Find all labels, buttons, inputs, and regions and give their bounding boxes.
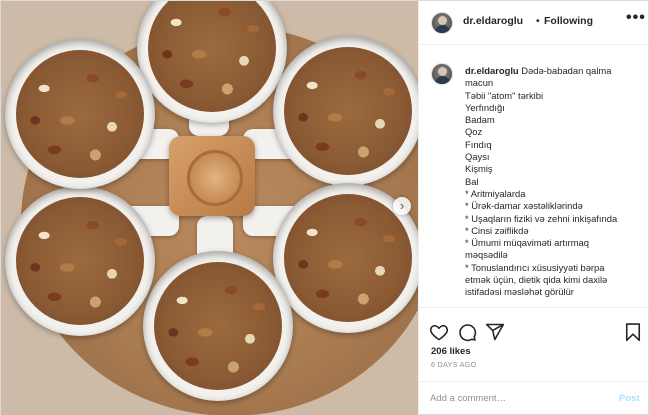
nut-bowl — [143, 251, 293, 401]
caption-line: istifadəsi məsləhət görülür — [465, 286, 574, 298]
nut-bowl — [273, 36, 418, 186]
post-side-panel: dr.eldaroglu • Following ••• dr.eldarogl… — [418, 1, 649, 415]
caption-line: Qoz — [465, 126, 483, 138]
post-photo[interactable]: › — [1, 1, 418, 415]
nut-bowl — [5, 39, 155, 189]
caption-line: * Cinsi zəiflikdə — [465, 224, 529, 236]
avatar[interactable] — [431, 12, 453, 34]
comment-input[interactable] — [430, 393, 600, 404]
caption-text: dr.eldaroglu Dədə-babadan qalma macun Tə… — [465, 65, 645, 299]
post-timestamp[interactable]: 6 DAYS AGO — [431, 362, 477, 369]
tray-center-hub — [169, 136, 255, 216]
caption-line: Fındıq — [465, 138, 492, 150]
caption-line: Qaysı — [465, 151, 490, 163]
caption-line: Bal — [465, 175, 479, 187]
caption-line: Yerfındığı — [465, 101, 505, 113]
caption-area: dr.eldaroglu Dədə-babadan qalma macun Tə… — [419, 45, 649, 307]
author-username[interactable]: dr.eldaroglu — [463, 15, 523, 27]
caption-line: məqsədilə — [465, 249, 508, 261]
caption-line: * Tonuslandırıcı xüsusiyyəti bərpa — [465, 261, 605, 273]
comment-icon[interactable] — [457, 322, 477, 342]
caption-line: Kişmiş — [465, 163, 493, 175]
share-icon[interactable] — [485, 322, 505, 342]
more-options-icon[interactable]: ••• — [626, 9, 646, 27]
bookmark-icon[interactable] — [623, 322, 643, 342]
chevron-right-icon[interactable]: › — [393, 197, 411, 215]
likes-count[interactable]: 206 likes — [431, 346, 471, 357]
caption-line: Dədə-babadan qalma — [521, 65, 612, 76]
post-actions: 206 likes 6 DAYS AGO Post — [419, 307, 649, 415]
avatar[interactable] — [431, 63, 453, 85]
caption-line: etmək üçün, dietik qida kimi daxilə — [465, 274, 608, 286]
caption-line: Təbii "atom" tərkibi — [465, 89, 544, 101]
caption-line: * Aritmiyalarda — [465, 187, 526, 199]
post-comment-button[interactable]: Post — [619, 393, 640, 404]
comment-bar: Post — [419, 381, 649, 415]
caption-line: macun — [465, 77, 494, 89]
post-header: dr.eldaroglu • Following ••• — [419, 1, 649, 45]
caption-line: * Uşaqların fiziki və zehni inkişafında — [465, 212, 618, 224]
caption-author[interactable]: dr.eldaroglu — [465, 65, 519, 76]
following-button[interactable]: Following — [544, 15, 593, 27]
nut-bowl — [5, 186, 155, 336]
instagram-post-window: › dr.eldaroglu • Following ••• dr.eldaro… — [0, 0, 649, 415]
heart-icon[interactable] — [429, 322, 449, 342]
separator-dot: • — [536, 15, 540, 27]
caption-line: Badam — [465, 114, 495, 126]
caption-line: * Ümumi müqaviməti artırmaq — [465, 237, 589, 249]
caption-line: * Ürək-damar xəstəliklərində — [465, 200, 583, 212]
